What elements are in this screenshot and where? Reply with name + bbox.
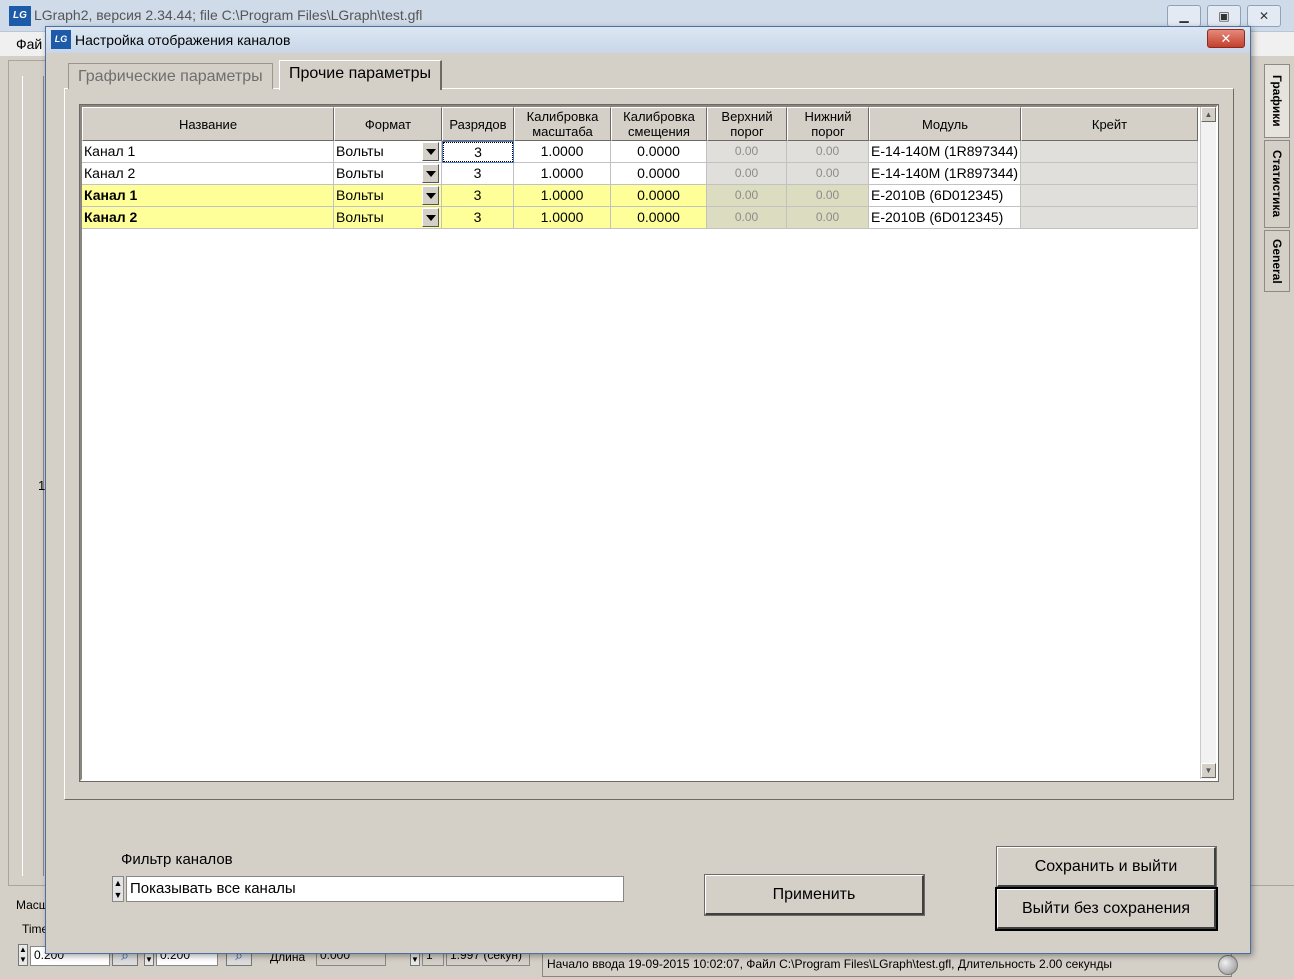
app-logo-icon: LG — [9, 6, 31, 26]
cell-name[interactable]: Канал 2 — [82, 163, 334, 185]
column-header-format[interactable]: Формат — [334, 107, 442, 141]
main-window-title: LGraph2, версия 2.34.44; file C:\Program… — [34, 7, 423, 23]
dialog-logo-icon: LG — [51, 30, 71, 49]
cell-scale[interactable]: 1.0000 — [514, 207, 611, 229]
cell-digits[interactable]: 3 — [442, 163, 514, 185]
cell-lower: 0.00 — [787, 185, 869, 207]
cell-module: E-2010B (6D012345) — [869, 185, 1021, 207]
maximize-button[interactable]: ▣ — [1207, 5, 1241, 27]
cell-upper: 0.00 — [707, 207, 787, 229]
format-dropdown-icon[interactable] — [422, 208, 439, 227]
channel-settings-dialog: LG Настройка отображения каналов ✕ Графи… — [45, 26, 1251, 954]
channels-grid: Название Формат Разрядов Калибровка масш… — [79, 104, 1219, 782]
cell-offset[interactable]: 0.0000 — [611, 163, 707, 185]
tab-other-parameters[interactable]: Прочие параметры — [279, 60, 443, 90]
minimize-button[interactable]: ▁ — [1167, 5, 1201, 27]
table-row[interactable]: Канал 2 Вольты 3 1.0000 0.0000 0.00 0.00… — [82, 163, 1198, 185]
cell-digits[interactable]: 3 — [442, 185, 514, 207]
cell-crate — [1021, 163, 1198, 185]
table-row[interactable]: Канал 1 Вольты 3 1.0000 0.0000 0.00 0.00… — [82, 141, 1198, 163]
cell-name[interactable]: Канал 1 — [82, 141, 334, 163]
cell-scale[interactable]: 1.0000 — [514, 141, 611, 163]
cell-crate — [1021, 207, 1198, 229]
cell-lower: 0.00 — [787, 207, 869, 229]
tab-graphic-parameters[interactable]: Графические параметры — [68, 63, 273, 89]
status-bar: Начало ввода 19-09-2015 10:02:07, Файл C… — [542, 953, 1232, 977]
cell-module: E-14-140M (1R897344) — [869, 163, 1021, 185]
menu-file[interactable]: Фай — [16, 36, 42, 52]
cell-lower: 0.00 — [787, 163, 869, 185]
cell-module: E-2010B (6D012345) — [869, 207, 1021, 229]
side-tab-statistics[interactable]: Статистика — [1264, 140, 1290, 228]
cell-scale[interactable]: 1.0000 — [514, 185, 611, 207]
time-spinner[interactable]: ▲ ▼ — [18, 944, 28, 966]
format-dropdown-icon[interactable] — [422, 186, 439, 205]
side-tab-general[interactable]: General — [1264, 230, 1290, 292]
column-header-offset[interactable]: Калибровка смещения — [611, 107, 707, 141]
cell-lower: 0.00 — [787, 141, 869, 163]
column-header-digits[interactable]: Разрядов — [442, 107, 514, 141]
cell-crate — [1021, 141, 1198, 163]
column-header-name[interactable]: Название — [82, 107, 334, 141]
column-header-crate[interactable]: Крейт — [1021, 107, 1198, 141]
scroll-down-icon[interactable]: ▼ — [1201, 763, 1216, 778]
cell-name[interactable]: Канал 1 — [82, 185, 334, 207]
table-row[interactable]: Канал 1 Вольты 3 1.0000 0.0000 0.00 0.00… — [82, 185, 1198, 207]
filter-spinner-icon[interactable]: ▲ ▼ — [112, 876, 124, 902]
cell-crate — [1021, 185, 1198, 207]
cell-upper: 0.00 — [707, 185, 787, 207]
scroll-up-icon[interactable]: ▲ — [1201, 107, 1216, 122]
cell-scale[interactable]: 1.0000 — [514, 163, 611, 185]
cell-digits[interactable]: 3 — [442, 141, 514, 163]
cell-digits[interactable]: 3 — [442, 207, 514, 229]
exit-without-saving-button[interactable]: Выйти без сохранения — [995, 887, 1218, 931]
cell-offset[interactable]: 0.0000 — [611, 207, 707, 229]
cell-module: E-14-140M (1R897344) — [869, 141, 1021, 163]
grid-scrollbar[interactable]: ▲ ▼ — [1200, 107, 1216, 779]
column-header-upper[interactable]: Верхний порог — [707, 107, 787, 141]
filter-field[interactable]: Показывать все каналы — [126, 876, 624, 902]
status-indicator-icon — [1218, 955, 1238, 975]
column-header-module[interactable]: Модуль — [869, 107, 1021, 141]
side-tab-graphs[interactable]: Графики — [1264, 64, 1290, 138]
left-scale-strip — [22, 76, 44, 876]
filter-label: Фильтр каналов — [121, 851, 233, 868]
format-dropdown-icon[interactable] — [422, 164, 439, 183]
cell-upper: 0.00 — [707, 141, 787, 163]
cell-upper: 0.00 — [707, 163, 787, 185]
save-and-exit-button[interactable]: Сохранить и выйти — [996, 846, 1217, 888]
cell-offset[interactable]: 0.0000 — [611, 141, 707, 163]
dialog-title: Настройка отображения каналов — [75, 32, 291, 48]
apply-button[interactable]: Применить — [704, 874, 925, 916]
cell-name[interactable]: Канал 2 — [82, 207, 334, 229]
format-dropdown-icon[interactable] — [422, 142, 439, 161]
table-row[interactable]: Канал 2 Вольты 3 1.0000 0.0000 0.00 0.00… — [82, 207, 1198, 229]
column-header-scale[interactable]: Калибровка масштаба — [514, 107, 611, 141]
dialog-close-button[interactable]: ✕ — [1207, 29, 1245, 48]
column-header-lower[interactable]: Нижний порог — [787, 107, 869, 141]
scale-label: Масш — [16, 898, 49, 912]
main-close-button[interactable]: ✕ — [1247, 5, 1281, 27]
cell-offset[interactable]: 0.0000 — [611, 185, 707, 207]
